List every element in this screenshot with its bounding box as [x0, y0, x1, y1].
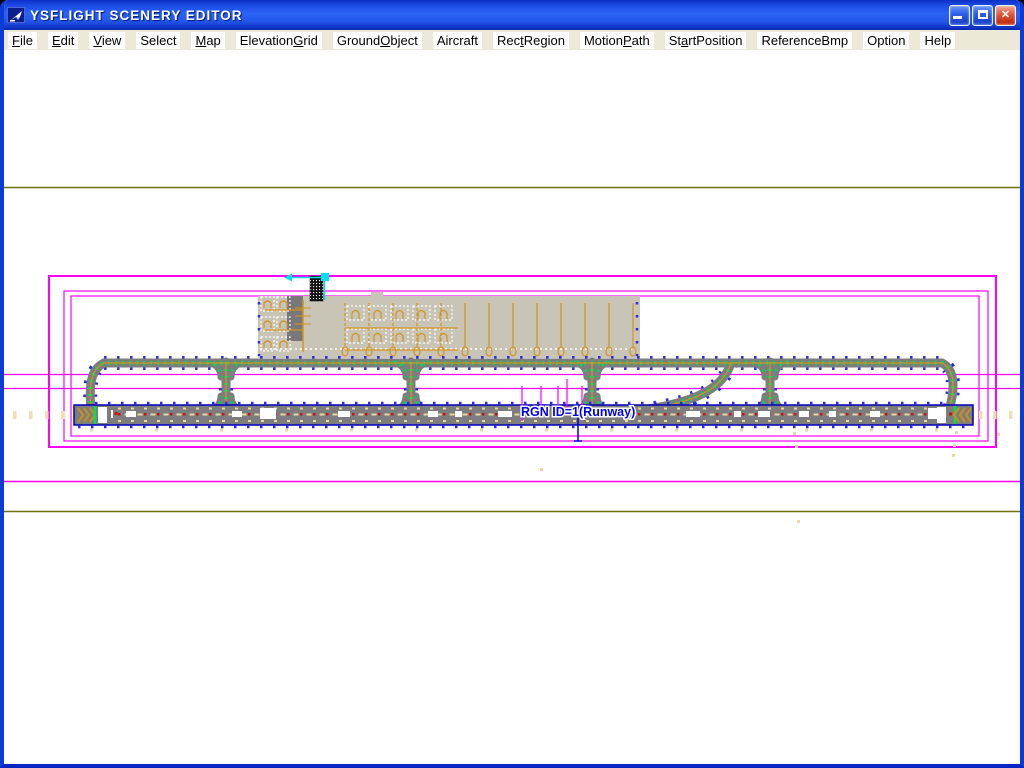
paper-plane-icon: [7, 7, 25, 23]
move-arrow-icon[interactable]: [284, 273, 292, 282]
menu-item-select[interactable]: Select: [136, 31, 181, 49]
title-bar[interactable]: YSFLIGHT SCENERY EDITOR ✕: [4, 0, 1020, 30]
menu-item-rectregion[interactable]: RectRegion: [492, 31, 569, 49]
menu-item-help[interactable]: Help: [920, 31, 956, 49]
menu-item-referencebmp[interactable]: ReferenceBmp: [757, 31, 853, 49]
menu-item-edit[interactable]: Edit: [47, 31, 79, 49]
menu-item-option[interactable]: Option: [863, 31, 910, 49]
menu-item-startposition[interactable]: StartPosition: [664, 31, 747, 49]
menu-item-elevationgrid[interactable]: ElevationGrid: [235, 31, 322, 49]
menu-item-file[interactable]: File: [8, 31, 37, 49]
menu-item-aircraft[interactable]: Aircraft: [432, 31, 482, 49]
app-window: YSFLIGHT SCENERY EDITOR ✕ File Edit View Se…: [0, 0, 1024, 768]
selection-handle[interactable]: [321, 273, 329, 281]
minimize-button[interactable]: [949, 4, 970, 26]
region-label: RGN ID=1(Runway): [521, 405, 635, 419]
close-button[interactable]: ✕: [995, 4, 1016, 26]
maximize-button[interactable]: [972, 4, 993, 26]
editor-canvas[interactable]: RGN ID=1(Runway): [4, 50, 1020, 764]
menu-item-map[interactable]: Map: [191, 31, 225, 49]
window-title: YSFLIGHT SCENERY EDITOR: [30, 7, 243, 23]
menubar: File Edit View Select Map ElevationGrid Ground…: [4, 30, 1020, 50]
menu-item-motionpath[interactable]: MotionPath: [579, 31, 654, 49]
menu-item-groundobject[interactable]: GroundObject: [332, 31, 422, 49]
menu-item-view[interactable]: View: [89, 31, 126, 49]
approach-lights: [13, 411, 1013, 523]
terminal-building[interactable]: [257, 292, 640, 358]
